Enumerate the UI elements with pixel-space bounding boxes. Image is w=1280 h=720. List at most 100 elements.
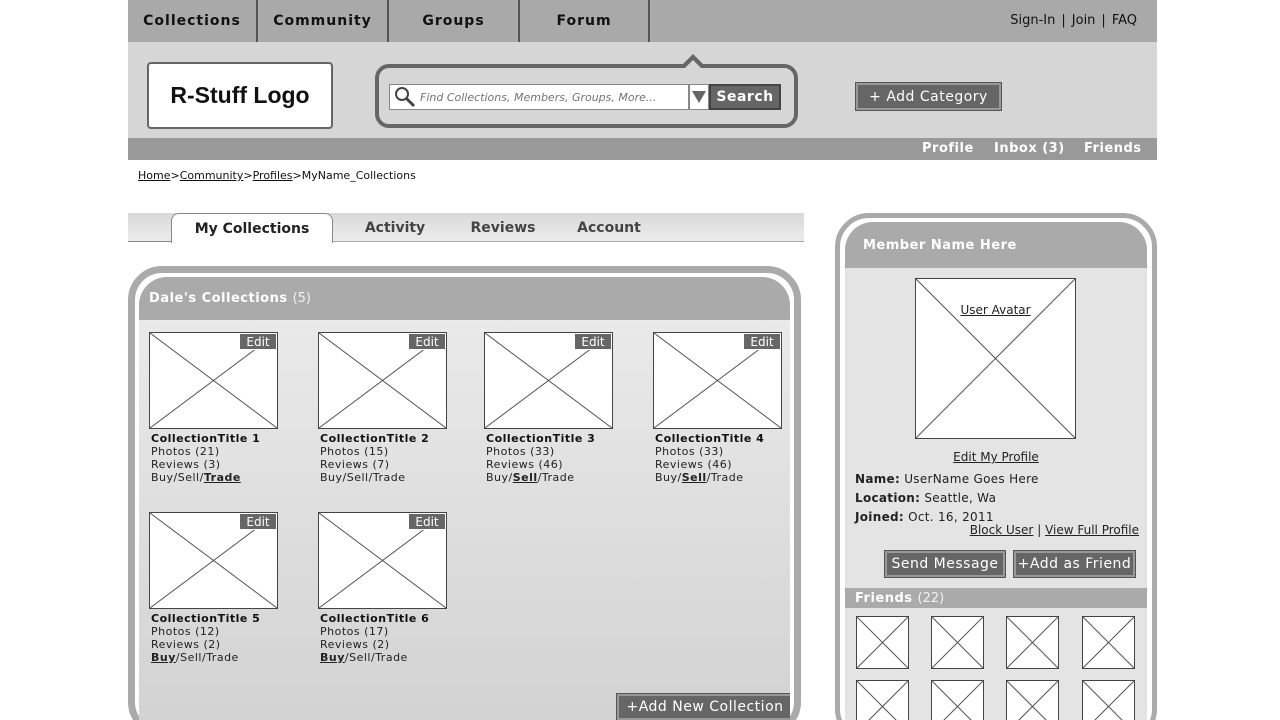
sell-label[interactable]: Sell [347, 471, 369, 484]
view-full-profile-link[interactable]: View Full Profile [1045, 523, 1139, 537]
header: R-Stuff Logo Search + Add Category [128, 42, 1157, 138]
collections-title: Dale's Collections [149, 291, 288, 306]
collection-card: Edit CollectionTitle 1 Photos (21) Revie… [149, 332, 299, 484]
location-label: Location: [855, 491, 921, 505]
edit-profile-link[interactable]: Edit My Profile [845, 450, 1147, 464]
sell-label[interactable]: Sell [682, 471, 707, 484]
buy-label[interactable]: Buy [486, 471, 509, 484]
add-new-collection-button[interactable]: +Add New Collection [616, 693, 790, 720]
collection-title[interactable]: CollectionTitle 5 [149, 612, 299, 625]
search-field[interactable] [389, 84, 689, 110]
collections-panel: Dale's Collections (5) Edit CollectionTi… [128, 266, 801, 720]
faq-link[interactable]: FAQ [1112, 13, 1137, 28]
friend-avatar[interactable] [1082, 616, 1135, 669]
separator: | [1101, 13, 1106, 28]
collection-photos: Photos (12) [151, 625, 220, 638]
nav-tab-collections[interactable]: Collections [128, 0, 258, 42]
edit-button[interactable]: Edit [239, 333, 277, 350]
profile-link[interactable]: Profile [922, 141, 974, 156]
collection-thumbnail[interactable]: Edit [484, 332, 613, 429]
buy-label[interactable]: Buy [320, 651, 345, 664]
trade-label[interactable]: Trade [206, 651, 239, 664]
buy-label[interactable]: Buy [655, 471, 678, 484]
collection-thumbnail[interactable]: Edit [318, 332, 447, 429]
tab-activity[interactable]: Activity [350, 213, 440, 242]
edit-button[interactable]: Edit [239, 513, 277, 530]
collection-reviews: Reviews (46) [486, 458, 564, 471]
collection-title[interactable]: CollectionTitle 6 [318, 612, 468, 625]
tab-my-collections[interactable]: My Collections [171, 213, 333, 243]
search-input[interactable] [420, 90, 675, 104]
collection-card: Edit CollectionTitle 4 Photos (33) Revie… [653, 332, 790, 484]
sell-label[interactable]: Sell [513, 471, 538, 484]
collection-thumbnail[interactable]: Edit [149, 512, 278, 609]
member-panel: Member Name Here User Avatar Edit My Pro… [835, 213, 1157, 720]
trade-label[interactable]: Trade [373, 471, 406, 484]
collection-thumbnail[interactable]: Edit [318, 512, 447, 609]
sell-label[interactable]: Sell [349, 651, 371, 664]
nav-tab-groups[interactable]: Groups [389, 0, 520, 42]
collection-thumbnail[interactable]: Edit [653, 332, 782, 429]
collection-title[interactable]: CollectionTitle 1 [149, 432, 299, 445]
send-message-button[interactable]: Send Message [884, 550, 1006, 578]
member-name-header: Member Name Here [845, 222, 1147, 268]
tab-account[interactable]: Account [564, 213, 654, 242]
trade-label[interactable]: Trade [711, 471, 744, 484]
friend-avatar[interactable] [856, 616, 909, 669]
sell-label[interactable]: Sell [180, 651, 202, 664]
collections-header: Dale's Collections (5) [139, 277, 790, 320]
buy-label[interactable]: Buy [151, 651, 176, 664]
link-separator: | [1037, 523, 1042, 537]
collection-title[interactable]: CollectionTitle 2 [318, 432, 468, 445]
signin-link[interactable]: Sign-In [1010, 13, 1055, 28]
trade-label[interactable]: Trade [542, 471, 575, 484]
buy-label[interactable]: Buy [320, 471, 343, 484]
collection-trade-options: Buy/Sell/Trade [318, 651, 468, 664]
collections-count: (5) [292, 291, 312, 306]
breadcrumb-sep: > [170, 169, 180, 182]
site-logo[interactable]: R-Stuff Logo [147, 62, 333, 129]
friends-link[interactable]: Friends [1084, 141, 1142, 156]
breadcrumb-home[interactable]: Home [138, 169, 170, 182]
friend-avatar[interactable] [931, 680, 984, 720]
friend-avatar[interactable] [856, 680, 909, 720]
avatar[interactable]: User Avatar [915, 278, 1076, 439]
collections-body: Dale's Collections (5) Edit CollectionTi… [139, 277, 790, 720]
breadcrumb-community[interactable]: Community [180, 169, 244, 182]
add-friend-button[interactable]: +Add as Friend [1013, 550, 1136, 578]
member-links: Block User | View Full Profile [970, 523, 1139, 537]
nav-tab-forum[interactable]: Forum [520, 0, 650, 42]
friend-avatar[interactable] [1006, 680, 1059, 720]
avatar-label[interactable]: User Avatar [916, 303, 1075, 317]
collection-thumbnail[interactable]: Edit [149, 332, 278, 429]
collection-card: Edit CollectionTitle 6 Photos (17) Revie… [318, 512, 468, 664]
tab-reviews[interactable]: Reviews [458, 213, 548, 242]
collection-photos: Photos (33) [486, 445, 555, 458]
add-category-button[interactable]: + Add Category [855, 82, 1002, 111]
nav-tab-community[interactable]: Community [258, 0, 389, 42]
friends-title: Friends [855, 590, 913, 606]
breadcrumb-sep: > [243, 169, 253, 182]
member-location-row: Location: Seattle, Wa [855, 491, 996, 505]
friend-avatar[interactable] [1006, 616, 1059, 669]
profile-tabs: My Collections Activity Reviews Account [128, 213, 804, 243]
collection-photos: Photos (17) [320, 625, 389, 638]
edit-button[interactable]: Edit [408, 333, 446, 350]
search-dropdown[interactable] [689, 84, 709, 110]
collection-title[interactable]: CollectionTitle 4 [653, 432, 790, 445]
join-link[interactable]: Join [1072, 13, 1096, 28]
block-user-link[interactable]: Block User [970, 523, 1034, 537]
breadcrumb-profiles[interactable]: Profiles [253, 169, 293, 182]
friend-avatar[interactable] [1082, 680, 1135, 720]
edit-button[interactable]: Edit [743, 333, 781, 350]
buy-label[interactable]: Buy [151, 471, 174, 484]
sell-label[interactable]: Sell [178, 471, 200, 484]
friend-avatar[interactable] [931, 616, 984, 669]
collection-title[interactable]: CollectionTitle 3 [484, 432, 634, 445]
inbox-link[interactable]: Inbox (3) [994, 141, 1065, 156]
trade-label[interactable]: Trade [375, 651, 408, 664]
edit-button[interactable]: Edit [574, 333, 612, 350]
search-button[interactable]: Search [709, 84, 781, 110]
trade-label[interactable]: Trade [204, 471, 241, 484]
edit-button[interactable]: Edit [408, 513, 446, 530]
